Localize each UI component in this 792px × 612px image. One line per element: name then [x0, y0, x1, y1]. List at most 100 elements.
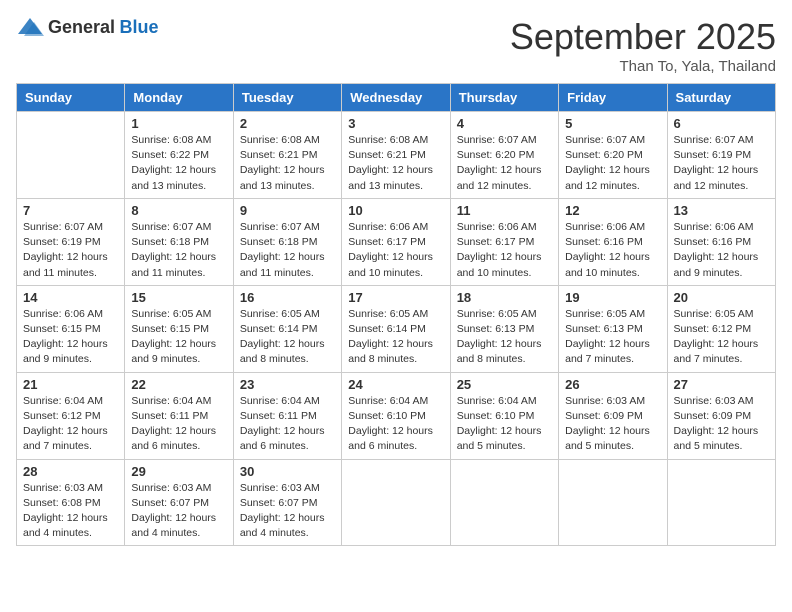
calendar-table: SundayMondayTuesdayWednesdayThursdayFrid…: [16, 83, 776, 546]
calendar-weekday-header: Friday: [559, 84, 667, 112]
day-info: Sunrise: 6:06 AM Sunset: 6:16 PM Dayligh…: [674, 220, 769, 281]
calendar-day-cell: 13 Sunrise: 6:06 AM Sunset: 6:16 PM Dayl…: [667, 198, 775, 285]
day-info: Sunrise: 6:06 AM Sunset: 6:16 PM Dayligh…: [565, 220, 660, 281]
calendar-day-cell: 26 Sunrise: 6:03 AM Sunset: 6:09 PM Dayl…: [559, 372, 667, 459]
day-number: 12: [565, 203, 660, 218]
day-number: 1: [131, 116, 226, 131]
day-info: Sunrise: 6:07 AM Sunset: 6:19 PM Dayligh…: [23, 220, 118, 281]
day-number: 7: [23, 203, 118, 218]
calendar-day-cell: 30 Sunrise: 6:03 AM Sunset: 6:07 PM Dayl…: [233, 459, 341, 546]
calendar-day-cell: [667, 459, 775, 546]
day-info: Sunrise: 6:07 AM Sunset: 6:19 PM Dayligh…: [674, 133, 769, 194]
day-info: Sunrise: 6:03 AM Sunset: 6:07 PM Dayligh…: [240, 481, 335, 542]
calendar-day-cell: 24 Sunrise: 6:04 AM Sunset: 6:10 PM Dayl…: [342, 372, 450, 459]
calendar-day-cell: 22 Sunrise: 6:04 AM Sunset: 6:11 PM Dayl…: [125, 372, 233, 459]
day-info: Sunrise: 6:07 AM Sunset: 6:18 PM Dayligh…: [240, 220, 335, 281]
day-info: Sunrise: 6:07 AM Sunset: 6:20 PM Dayligh…: [457, 133, 552, 194]
day-number: 5: [565, 116, 660, 131]
calendar-day-cell: [17, 112, 125, 199]
calendar-week-row: 1 Sunrise: 6:08 AM Sunset: 6:22 PM Dayli…: [17, 112, 776, 199]
day-number: 4: [457, 116, 552, 131]
calendar-weekday-header: Wednesday: [342, 84, 450, 112]
calendar-day-cell: 3 Sunrise: 6:08 AM Sunset: 6:21 PM Dayli…: [342, 112, 450, 199]
day-number: 27: [674, 377, 769, 392]
calendar-day-cell: 28 Sunrise: 6:03 AM Sunset: 6:08 PM Dayl…: [17, 459, 125, 546]
day-info: Sunrise: 6:07 AM Sunset: 6:18 PM Dayligh…: [131, 220, 226, 281]
calendar-day-cell: [559, 459, 667, 546]
calendar-day-cell: 18 Sunrise: 6:05 AM Sunset: 6:13 PM Dayl…: [450, 285, 558, 372]
day-number: 9: [240, 203, 335, 218]
day-number: 10: [348, 203, 443, 218]
calendar-day-cell: 4 Sunrise: 6:07 AM Sunset: 6:20 PM Dayli…: [450, 112, 558, 199]
day-info: Sunrise: 6:07 AM Sunset: 6:20 PM Dayligh…: [565, 133, 660, 194]
day-info: Sunrise: 6:05 AM Sunset: 6:15 PM Dayligh…: [131, 307, 226, 368]
day-info: Sunrise: 6:04 AM Sunset: 6:11 PM Dayligh…: [131, 394, 226, 455]
day-info: Sunrise: 6:05 AM Sunset: 6:14 PM Dayligh…: [240, 307, 335, 368]
day-info: Sunrise: 6:04 AM Sunset: 6:10 PM Dayligh…: [457, 394, 552, 455]
calendar-weekday-header: Monday: [125, 84, 233, 112]
calendar-weekday-header: Sunday: [17, 84, 125, 112]
logo: General Blue: [16, 16, 159, 38]
calendar-week-row: 28 Sunrise: 6:03 AM Sunset: 6:08 PM Dayl…: [17, 459, 776, 546]
day-info: Sunrise: 6:03 AM Sunset: 6:09 PM Dayligh…: [565, 394, 660, 455]
day-info: Sunrise: 6:03 AM Sunset: 6:09 PM Dayligh…: [674, 394, 769, 455]
calendar-day-cell: 6 Sunrise: 6:07 AM Sunset: 6:19 PM Dayli…: [667, 112, 775, 199]
location-subtitle: Than To, Yala, Thailand: [510, 58, 776, 75]
calendar-day-cell: 25 Sunrise: 6:04 AM Sunset: 6:10 PM Dayl…: [450, 372, 558, 459]
calendar-day-cell: 15 Sunrise: 6:05 AM Sunset: 6:15 PM Dayl…: [125, 285, 233, 372]
calendar-weekday-header: Tuesday: [233, 84, 341, 112]
title-block: September 2025 Than To, Yala, Thailand: [510, 16, 776, 75]
calendar-day-cell: 19 Sunrise: 6:05 AM Sunset: 6:13 PM Dayl…: [559, 285, 667, 372]
day-number: 2: [240, 116, 335, 131]
calendar-day-cell: [450, 459, 558, 546]
day-info: Sunrise: 6:08 AM Sunset: 6:21 PM Dayligh…: [240, 133, 335, 194]
day-info: Sunrise: 6:04 AM Sunset: 6:10 PM Dayligh…: [348, 394, 443, 455]
day-number: 18: [457, 290, 552, 305]
day-number: 23: [240, 377, 335, 392]
logo-blue-text: Blue: [120, 17, 159, 37]
day-number: 3: [348, 116, 443, 131]
calendar-day-cell: 27 Sunrise: 6:03 AM Sunset: 6:09 PM Dayl…: [667, 372, 775, 459]
day-number: 24: [348, 377, 443, 392]
month-title: September 2025: [510, 16, 776, 58]
day-number: 26: [565, 377, 660, 392]
day-number: 15: [131, 290, 226, 305]
day-number: 21: [23, 377, 118, 392]
day-info: Sunrise: 6:06 AM Sunset: 6:17 PM Dayligh…: [348, 220, 443, 281]
calendar-day-cell: 8 Sunrise: 6:07 AM Sunset: 6:18 PM Dayli…: [125, 198, 233, 285]
day-number: 20: [674, 290, 769, 305]
day-info: Sunrise: 6:03 AM Sunset: 6:08 PM Dayligh…: [23, 481, 118, 542]
day-info: Sunrise: 6:05 AM Sunset: 6:14 PM Dayligh…: [348, 307, 443, 368]
day-info: Sunrise: 6:05 AM Sunset: 6:13 PM Dayligh…: [565, 307, 660, 368]
calendar-day-cell: 20 Sunrise: 6:05 AM Sunset: 6:12 PM Dayl…: [667, 285, 775, 372]
calendar-day-cell: 23 Sunrise: 6:04 AM Sunset: 6:11 PM Dayl…: [233, 372, 341, 459]
calendar-week-row: 14 Sunrise: 6:06 AM Sunset: 6:15 PM Dayl…: [17, 285, 776, 372]
day-info: Sunrise: 6:05 AM Sunset: 6:12 PM Dayligh…: [674, 307, 769, 368]
day-info: Sunrise: 6:08 AM Sunset: 6:22 PM Dayligh…: [131, 133, 226, 194]
day-info: Sunrise: 6:04 AM Sunset: 6:11 PM Dayligh…: [240, 394, 335, 455]
logo-icon: [16, 16, 44, 38]
calendar-day-cell: 9 Sunrise: 6:07 AM Sunset: 6:18 PM Dayli…: [233, 198, 341, 285]
logo-general-text: General: [48, 17, 115, 37]
day-number: 29: [131, 464, 226, 479]
calendar-day-cell: 29 Sunrise: 6:03 AM Sunset: 6:07 PM Dayl…: [125, 459, 233, 546]
calendar-day-cell: 1 Sunrise: 6:08 AM Sunset: 6:22 PM Dayli…: [125, 112, 233, 199]
calendar-day-cell: 5 Sunrise: 6:07 AM Sunset: 6:20 PM Dayli…: [559, 112, 667, 199]
day-number: 6: [674, 116, 769, 131]
calendar-day-cell: 21 Sunrise: 6:04 AM Sunset: 6:12 PM Dayl…: [17, 372, 125, 459]
day-number: 22: [131, 377, 226, 392]
calendar-weekday-header: Saturday: [667, 84, 775, 112]
day-number: 30: [240, 464, 335, 479]
day-number: 11: [457, 203, 552, 218]
calendar-day-cell: 12 Sunrise: 6:06 AM Sunset: 6:16 PM Dayl…: [559, 198, 667, 285]
calendar-day-cell: 11 Sunrise: 6:06 AM Sunset: 6:17 PM Dayl…: [450, 198, 558, 285]
day-info: Sunrise: 6:06 AM Sunset: 6:17 PM Dayligh…: [457, 220, 552, 281]
day-info: Sunrise: 6:03 AM Sunset: 6:07 PM Dayligh…: [131, 481, 226, 542]
day-number: 16: [240, 290, 335, 305]
day-number: 14: [23, 290, 118, 305]
calendar-week-row: 7 Sunrise: 6:07 AM Sunset: 6:19 PM Dayli…: [17, 198, 776, 285]
calendar-header-row: SundayMondayTuesdayWednesdayThursdayFrid…: [17, 84, 776, 112]
calendar-week-row: 21 Sunrise: 6:04 AM Sunset: 6:12 PM Dayl…: [17, 372, 776, 459]
day-info: Sunrise: 6:08 AM Sunset: 6:21 PM Dayligh…: [348, 133, 443, 194]
calendar-day-cell: 2 Sunrise: 6:08 AM Sunset: 6:21 PM Dayli…: [233, 112, 341, 199]
